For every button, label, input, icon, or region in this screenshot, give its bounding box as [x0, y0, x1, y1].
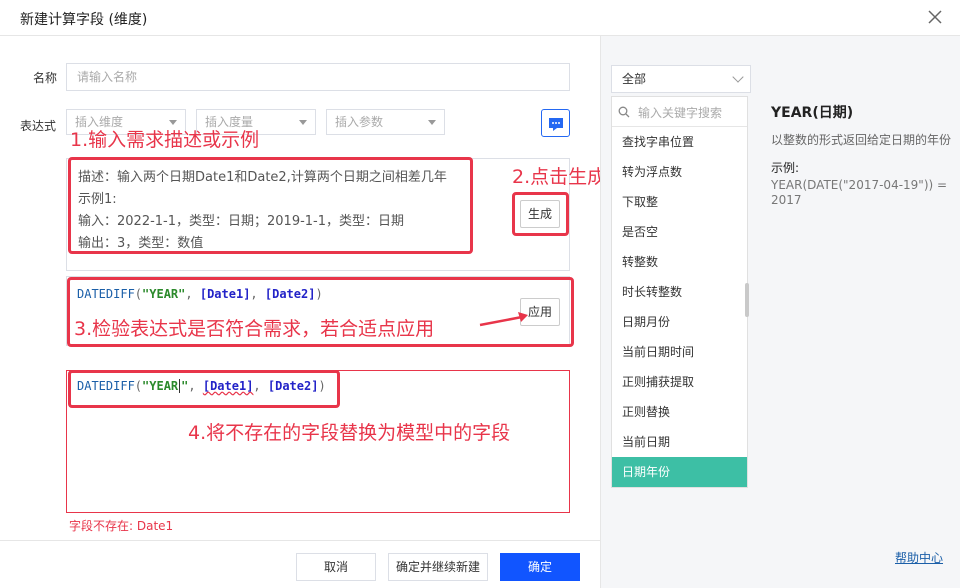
help-center-link[interactable]: 帮助中心: [895, 549, 943, 566]
field-error-message: 字段不存在: Date1: [69, 519, 174, 533]
dialog-footer: 取消 确定并继续新建 确定: [0, 540, 600, 588]
function-category-label: 全部: [622, 72, 647, 86]
prompt-line-2: 示例1:: [78, 192, 117, 207]
annotation-step2: 2.点击生成: [512, 166, 607, 188]
chevron-down-icon: [732, 71, 744, 83]
code-function: DATEDIFF: [77, 379, 135, 393]
function-items: 查找字串位置 转为浮点数 下取整 是否空 转整数 时长转整数 日期月份 当前日期…: [612, 127, 747, 487]
code-paren: ): [315, 287, 323, 301]
code-sep: ,: [185, 287, 200, 301]
function-example: YEAR(DATE("2017-04-19")) = 2017: [771, 178, 948, 207]
insert-param-select[interactable]: 插入参数: [326, 109, 445, 135]
code-string: "YEAR": [142, 287, 186, 301]
dialog-title: 新建计算字段 (维度): [20, 12, 148, 28]
confirm-button[interactable]: 确定: [500, 553, 580, 581]
chat-icon: [549, 118, 563, 131]
function-search-placeholder: 输入关键字搜索: [638, 106, 723, 120]
function-item[interactable]: 时长转整数: [612, 277, 747, 307]
prompt-line-1: 描述：输入两个日期Date1和Date2,计算两个日期之间相差几年: [78, 170, 447, 185]
code-string: "YEAR: [142, 379, 179, 393]
code-paren: ): [318, 379, 326, 393]
function-category-select[interactable]: 全部: [611, 65, 751, 93]
function-item[interactable]: 日期月份: [612, 307, 747, 337]
function-example-label: 示例:: [771, 161, 800, 175]
code-sep: ,: [253, 379, 268, 393]
search-icon: [618, 106, 630, 118]
function-item[interactable]: 正则替换: [612, 397, 747, 427]
caret-down-icon: [428, 120, 436, 125]
name-label: 名称: [33, 71, 58, 85]
function-item-selected[interactable]: 日期年份: [612, 457, 747, 487]
function-item[interactable]: 转为浮点数: [612, 157, 747, 187]
code-sep: ,: [188, 379, 203, 393]
code-function: DATEDIFF: [77, 287, 135, 301]
code-field-error: [Date1]: [202, 379, 254, 393]
cancel-button[interactable]: 取消: [296, 553, 376, 581]
generated-expression: DATEDIFF("YEAR", [Date1], [Date2]): [77, 287, 323, 301]
function-item[interactable]: 查找字串位置: [612, 127, 747, 157]
annotation-step4: 4.将不存在的字段替换为模型中的字段: [188, 422, 511, 444]
function-list: 输入关键字搜索 查找字串位置 转为浮点数 下取整 是否空 转整数 时长转整数 日…: [611, 96, 748, 488]
function-item[interactable]: 当前日期: [612, 427, 747, 457]
function-detail-title: YEAR(日期): [771, 105, 854, 121]
function-search[interactable]: 输入关键字搜索: [612, 97, 747, 127]
function-item[interactable]: 正则捕获提取: [612, 367, 747, 397]
function-item[interactable]: 当前日期时间: [612, 337, 747, 367]
save-and-continue-button[interactable]: 确定并继续新建: [388, 553, 488, 581]
function-item[interactable]: 转整数: [612, 247, 747, 277]
generate-button[interactable]: 生成: [520, 200, 560, 228]
ai-assistant-button[interactable]: [541, 109, 570, 137]
code-field: [Date2]: [264, 287, 316, 301]
code-field: [Date2]: [267, 379, 319, 393]
editor-pane: 名称 请输入名称 表达式 插入维度 插入度量 插入参数 1.输入需求描述或示例 …: [0, 36, 606, 588]
code-sep: ,: [250, 287, 265, 301]
prompt-line-4: 输出：3，类型：数值: [78, 236, 204, 251]
insert-param-label: 插入参数: [335, 115, 384, 129]
close-icon[interactable]: [926, 8, 944, 26]
arrow-icon: [479, 312, 528, 327]
code-paren: (: [134, 287, 143, 301]
annotation-step3: 3.检验表达式是否符合需求，若合适点应用: [74, 318, 435, 340]
caret-down-icon: [299, 120, 307, 125]
function-pane: 全部 输入关键字搜索 查找字串位置 转为浮点数 下取整 是否空 转整数 时长转整…: [600, 36, 960, 588]
code-paren: (: [134, 379, 143, 393]
editor-expression[interactable]: DATEDIFF("YEAR ", [Date1], [Date2]): [77, 379, 326, 393]
prompt-line-3: 输入：2022-1-1，类型：日期；2019-1-1，类型：日期: [78, 214, 405, 229]
dialog-header: 新建计算字段 (维度): [0, 0, 960, 36]
code-field: [Date1]: [199, 287, 251, 301]
function-detail-description: 以整数的形式返回给定日期的年份: [771, 133, 952, 147]
annotation-step1: 1.输入需求描述或示例: [70, 129, 260, 151]
function-item[interactable]: 下取整: [612, 187, 747, 217]
function-item[interactable]: 是否空: [612, 217, 747, 247]
function-list-scrollbar[interactable]: [745, 283, 749, 317]
name-input[interactable]: 请输入名称: [66, 63, 570, 91]
expression-label: 表达式: [20, 119, 57, 133]
text-cursor: [179, 379, 181, 393]
